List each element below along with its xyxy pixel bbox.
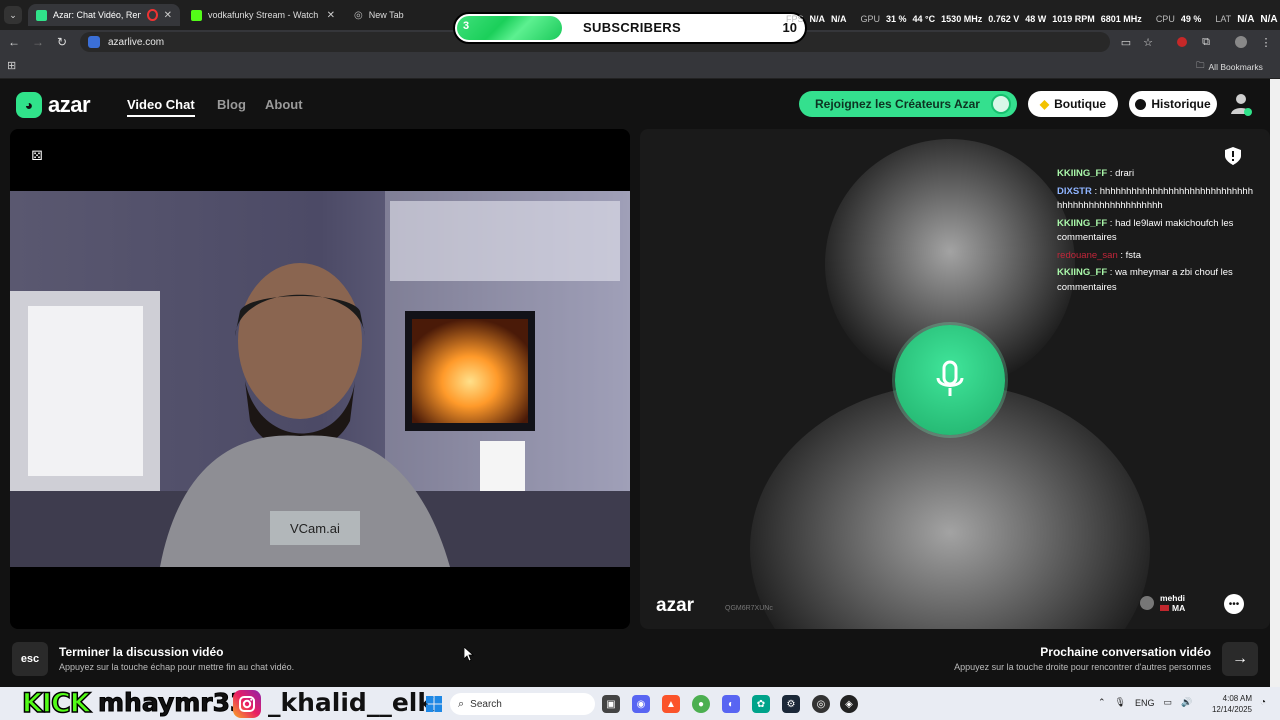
tab-azar[interactable]: Azar: Chat Vidéo, Rencontr ✕ xyxy=(28,4,180,26)
chat-message: KKIING_FF : wa mheymar a zbi chouf les c… xyxy=(1057,267,1233,293)
steam-icon[interactable]: ⚙ xyxy=(782,695,800,713)
gem-icon: ◆ xyxy=(1039,97,1050,111)
chat-message: DIXSTR : hhhhhhhhhhhhhhhhhhhhhhhhhhhhhhh… xyxy=(1057,185,1253,212)
kick-logo: KICK xyxy=(21,687,91,720)
chat-message: KKIING_FF : drari xyxy=(1057,168,1135,179)
windows-logo-icon xyxy=(426,696,442,712)
peer-code: QGM6R7XUNc xyxy=(725,605,773,612)
self-video-pane: ⚄ ✦ ☺ VCam.ai xyxy=(10,129,630,629)
chatgpt-icon[interactable]: ✿ xyxy=(752,695,770,713)
close-tab-icon[interactable]: ✕ xyxy=(164,10,172,21)
subscriber-goal-widget: 3 SUBSCRIBERS 10 xyxy=(453,12,807,44)
shop-button[interactable]: ◆ Boutique xyxy=(1028,91,1118,117)
profile-icon[interactable] xyxy=(1233,34,1249,50)
esc-key-button[interactable]: esc xyxy=(12,642,48,676)
windows-start-button[interactable] xyxy=(426,696,442,712)
kick-handle: mhaymr33 xyxy=(97,688,248,718)
task-view-icon[interactable]: ▣ xyxy=(602,695,620,713)
chat-message: KKIING_FF : had le9lawi makichoufch les … xyxy=(1057,217,1234,244)
puzzle-icon[interactable]: ⧉ xyxy=(1198,34,1214,50)
chat-bubble-button[interactable]: ••• xyxy=(1224,594,1244,614)
tab-new[interactable]: ◎ New Tab xyxy=(346,4,456,26)
end-chat-subtitle: Appuyez sur la touche échap pour mettre … xyxy=(59,662,295,672)
microphone-button[interactable] xyxy=(895,325,1005,435)
obs-icon[interactable]: ◎ xyxy=(812,695,830,713)
chat-bubble-icon: ••• xyxy=(1228,598,1240,610)
tab-search-button[interactable]: ⌄ xyxy=(4,6,22,24)
app-icon[interactable]: ◈ xyxy=(840,695,858,713)
reload-icon: ↻ xyxy=(56,35,68,49)
forward-button[interactable]: → xyxy=(30,34,46,50)
chevron-up-icon[interactable]: ⌃ xyxy=(1098,697,1106,708)
bookmarks-bar: ⊞ 🗀 All Bookmarks xyxy=(0,54,1280,79)
azar-favicon-icon xyxy=(36,9,47,21)
globe-icon: ◎ xyxy=(354,9,363,21)
chat-app-icon[interactable]: ◉ xyxy=(632,695,650,713)
next-chat-button[interactable]: → xyxy=(1222,642,1258,676)
brave-icon[interactable]: ▲ xyxy=(662,695,680,713)
history-button[interactable]: Historique xyxy=(1129,91,1217,117)
next-chat-subtitle: Appuyez sur la touche droite pour rencon… xyxy=(954,662,1211,672)
end-chat-title: Terminer la discussion vidéo xyxy=(59,645,224,659)
microphone-icon xyxy=(936,360,964,396)
join-creators-button[interactable]: Rejoignez les Créateurs Azar xyxy=(799,91,1017,117)
chat-message: redouane_san : fsta xyxy=(1057,249,1141,261)
self-camera-feed: VCam.ai xyxy=(10,191,630,567)
star-icon[interactable]: ☆ xyxy=(1140,34,1156,50)
clock-icon xyxy=(1135,98,1147,110)
recording-icon xyxy=(147,9,158,21)
discord-icon[interactable]: ◐ xyxy=(722,695,740,713)
vcam-watermark: VCam.ai xyxy=(290,521,340,536)
language-indicator[interactable]: ENG xyxy=(1135,698,1155,708)
network-icon[interactable]: ▭ xyxy=(1164,697,1173,708)
reload-button[interactable]: ↻ xyxy=(54,34,70,50)
hardware-monitor-overlay: FPS N/A N/A GPU 31 % 44 °C 1530 MHz 0.76… xyxy=(786,13,1278,25)
notification-bell-icon[interactable]: ◔ xyxy=(1260,697,1266,708)
azar-watermark: azar xyxy=(656,595,695,616)
dice-icon[interactable]: ⚄ xyxy=(28,147,46,165)
report-shield-icon[interactable] xyxy=(1225,147,1241,165)
microphone-tray-icon[interactable]: 🎙 xyxy=(1115,697,1126,708)
nav-video-chat[interactable]: Video Chat xyxy=(127,97,195,117)
stream-chat-overlay: KKIING_FF : drari DIXSTR : hhhhhhhhhhhhh… xyxy=(1057,167,1253,298)
kebab-menu-icon[interactable]: ⋮ xyxy=(1258,34,1274,50)
arrow-right-icon: → xyxy=(1232,650,1248,667)
volume-icon[interactable]: 🔊 xyxy=(1181,697,1192,708)
taskbar-search[interactable]: ⌕ Search xyxy=(450,693,595,715)
chevron-down-icon: ⌄ xyxy=(9,9,17,20)
arrow-left-icon: ← xyxy=(8,35,20,49)
chrome-icon[interactable]: ● xyxy=(692,695,710,713)
folder-icon: 🗀 xyxy=(1196,60,1205,70)
close-tab-icon[interactable]: ✕ xyxy=(327,10,335,21)
search-icon: ⌕ xyxy=(458,697,465,710)
azar-logo-icon: ◕ xyxy=(16,92,42,118)
peer-video-pane: KKIING_FF : drari DIXSTR : hhhhhhhhhhhhh… xyxy=(640,129,1270,629)
subscriber-label: SUBSCRIBERS xyxy=(583,20,681,35)
camera-icon xyxy=(88,36,100,48)
next-chat-title: Prochaine conversation vidéo xyxy=(1040,645,1211,659)
peer-avatar-icon xyxy=(1140,596,1154,610)
system-tray: ⌃ 🎙 ENG ▭ 🔊 xyxy=(1098,697,1192,708)
morocco-flag-icon xyxy=(1160,605,1169,611)
instagram-handle: _khalid__elk xyxy=(268,688,434,717)
instagram-icon xyxy=(233,690,261,718)
back-button[interactable]: ← xyxy=(6,34,22,50)
azar-logo[interactable]: ◕ azar xyxy=(16,92,91,118)
tab-kick[interactable]: vodkafunky Stream - Watch Liv ✕ xyxy=(183,4,343,26)
apps-grid-icon[interactable]: ⊞ xyxy=(7,59,16,72)
mouse-cursor-icon xyxy=(464,647,474,661)
user-avatar[interactable] xyxy=(1230,92,1252,116)
extension-badge-icon[interactable] xyxy=(1174,34,1190,50)
taskbar-clock[interactable]: 4:08 AM 12/14/2025 xyxy=(1210,693,1252,715)
cast-icon[interactable]: ▭ xyxy=(1118,34,1134,50)
all-bookmarks-button[interactable]: 🗀 All Bookmarks xyxy=(1196,60,1276,74)
page-scrollbar[interactable] xyxy=(1270,79,1280,687)
creator-badge-icon xyxy=(991,94,1011,114)
peer-info[interactable]: mehdi MA xyxy=(1140,593,1185,613)
kick-favicon-icon xyxy=(191,9,202,21)
nav-blog[interactable]: Blog xyxy=(217,97,246,112)
nav-about[interactable]: About xyxy=(265,97,303,112)
arrow-right-icon: → xyxy=(32,35,44,49)
